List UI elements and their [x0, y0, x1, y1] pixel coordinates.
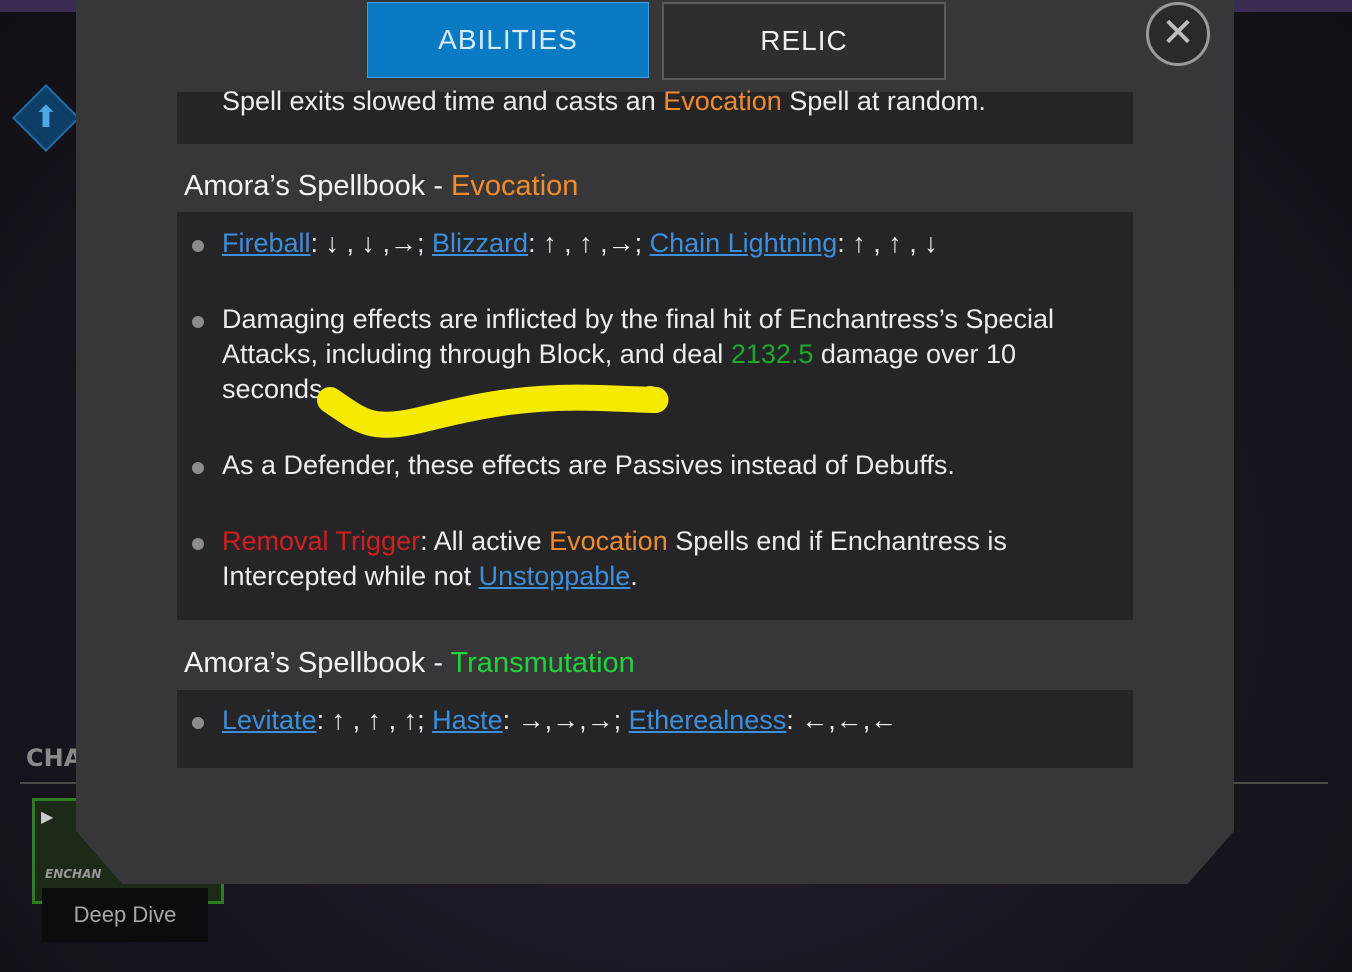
- evocation-keyword: Evocation: [663, 86, 782, 116]
- link-fireball[interactable]: Fireball: [222, 228, 311, 258]
- bullet-icon: [192, 240, 204, 252]
- removal-part1: : All active: [420, 526, 550, 556]
- evocation-section-title: Amora’s Spellbook - Evocation: [184, 170, 578, 203]
- list-item-damage-line2: Attacks, including through Block, and de…: [222, 339, 1016, 370]
- removal-line2-before: Intercepted while not: [222, 561, 479, 591]
- seq-fireball: : ↓ , ↓ ,→;: [310, 228, 433, 258]
- list-item-damage-line3: seconds.: [222, 374, 331, 404]
- damage-value: 2132.5: [730, 339, 814, 369]
- seq-haste: : →,→,→;: [502, 705, 629, 735]
- removal-line2-after: .: [630, 561, 638, 591]
- evocation-keyword: Evocation: [549, 526, 668, 556]
- close-button[interactable]: ✕: [1146, 2, 1210, 66]
- section-title-accent: Evocation: [451, 170, 579, 202]
- damage-line2-after: damage over 10: [813, 339, 1017, 369]
- removal-part2: Spells end if Enchantress is: [667, 526, 1007, 556]
- close-icon: ✕: [1161, 10, 1195, 56]
- damage-line2-before: Attacks, including through Block, and de…: [222, 339, 731, 369]
- link-unstoppable[interactable]: Unstoppable: [479, 561, 631, 591]
- link-chain-lightning[interactable]: Chain Lightning: [650, 228, 838, 258]
- link-haste[interactable]: Haste: [432, 705, 503, 735]
- intro-after: Spell at random.: [781, 86, 986, 116]
- arrow-up-icon: ⬆: [33, 100, 59, 135]
- tab-abilities[interactable]: ABILITIES: [367, 2, 649, 78]
- seq-etherealness: : ←,←,←: [786, 705, 898, 735]
- section-title-accent: Transmutation: [450, 647, 635, 679]
- bullet-icon: [192, 717, 204, 729]
- evocation-ability-box: [177, 212, 1133, 620]
- list-item-evocation-spells: Fireball: ↓ , ↓ ,→; Blizzard: ↑ , ↑ ,→; …: [222, 228, 938, 259]
- seq-levitate: : ↑ , ↑ , ↑;: [316, 705, 433, 735]
- champion-name: ENCHAN: [45, 867, 102, 881]
- list-item-damage-line1: Damaging effects are inflicted by the fi…: [222, 304, 1054, 334]
- bullet-icon: [192, 462, 204, 474]
- link-etherealness[interactable]: Etherealness: [629, 705, 787, 735]
- intro-before: Spell exits slowed time and casts an: [222, 86, 664, 116]
- link-blizzard[interactable]: Blizzard: [432, 228, 528, 258]
- intro-text: Spell exits slowed time and casts an Evo…: [222, 86, 986, 117]
- bullet-icon: [192, 316, 204, 328]
- list-item-defender: As a Defender, these effects are Passive…: [222, 450, 955, 480]
- play-icon: ▶: [41, 807, 54, 826]
- upgrade-badge[interactable]: ⬆: [12, 84, 80, 152]
- list-item-removal-line2: Intercepted while not Unstoppable.: [222, 561, 638, 592]
- bullet-icon: [192, 538, 204, 550]
- list-item-transmutation-spells: Levitate: ↑ , ↑ , ↑; Haste: →,→,→; Ether…: [222, 705, 897, 736]
- list-item-removal-line1: Removal Trigger: All active Evocation Sp…: [222, 526, 1007, 557]
- removal-trigger-label: Removal Trigger: [222, 526, 421, 556]
- link-levitate[interactable]: Levitate: [222, 705, 317, 735]
- deep-dive-button[interactable]: Deep Dive: [42, 888, 208, 942]
- transmutation-section-title: Amora’s Spellbook - Transmutation: [184, 647, 635, 680]
- tab-relic[interactable]: RELIC: [662, 2, 946, 80]
- section-title-prefix: Amora’s Spellbook -: [184, 647, 451, 679]
- seq-chain-lightning: : ↑ , ↑ , ↓: [837, 228, 938, 258]
- background-section-label: CHA: [26, 744, 83, 772]
- section-title-prefix: Amora’s Spellbook -: [184, 170, 452, 202]
- seq-blizzard: : ↑ , ↑ ,→;: [528, 228, 650, 258]
